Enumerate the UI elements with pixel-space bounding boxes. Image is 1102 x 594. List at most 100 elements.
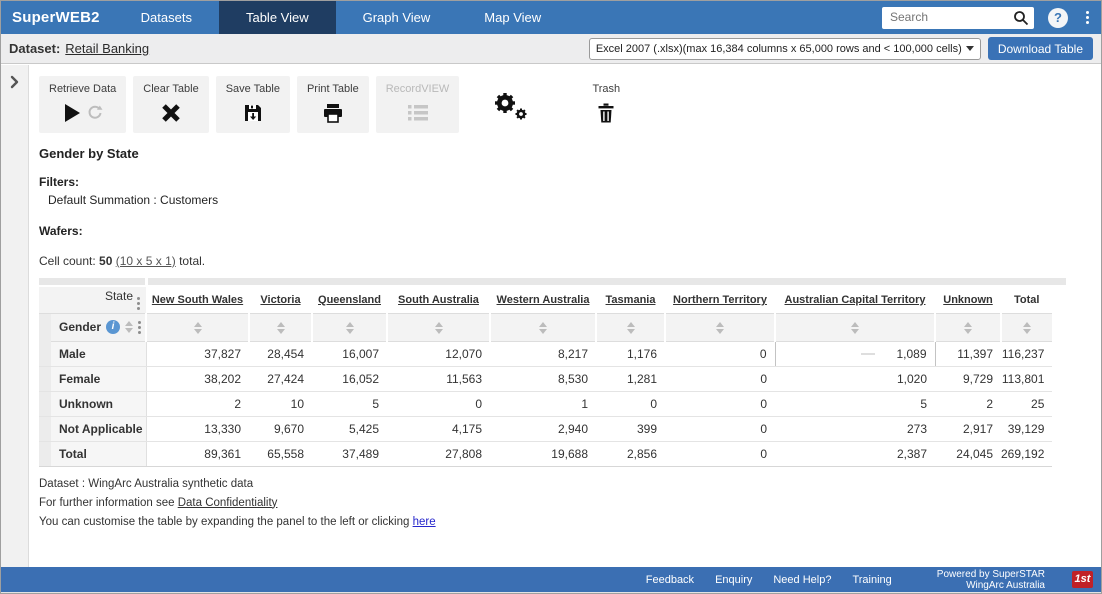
column-header-northern-territory[interactable]: Northern Territory: [665, 286, 775, 313]
cell-unknown-australian-capital-territory[interactable]: 5: [775, 391, 935, 416]
sort-control-icon[interactable]: [716, 322, 724, 334]
table-options-button[interactable]: [491, 90, 531, 127]
search-icon[interactable]: [1013, 10, 1029, 26]
sort-cell-south-australia[interactable]: [387, 313, 490, 341]
footer-link-feedback[interactable]: Feedback: [646, 574, 694, 586]
print-table-button[interactable]: Print Table: [297, 76, 369, 133]
sort-control-icon[interactable]: [627, 322, 635, 334]
clear-table-button[interactable]: Clear Table: [133, 76, 208, 133]
tab-table-view[interactable]: Table View: [219, 1, 336, 34]
cell-total-victoria[interactable]: 65,558: [249, 441, 312, 466]
cell-unknown-unknown[interactable]: 2: [935, 391, 1001, 416]
cell-male-victoria[interactable]: 28,454: [249, 341, 312, 366]
cell-not-applicable-total[interactable]: 39,129: [1001, 416, 1052, 441]
sort-cell-total[interactable]: [1001, 313, 1052, 341]
cell-total-queensland[interactable]: 37,489: [312, 441, 387, 466]
trash-button[interactable]: Trash: [573, 76, 639, 133]
search-input[interactable]: [882, 7, 1000, 27]
cell-not-applicable-unknown[interactable]: 2,917: [935, 416, 1001, 441]
cell-male-northern-territory[interactable]: 0: [665, 341, 775, 366]
cell-count-link[interactable]: (10 x 5 x 1): [116, 254, 176, 268]
column-header-western-australia[interactable]: Western Australia: [490, 286, 596, 313]
cell-total-northern-territory[interactable]: 0: [665, 441, 775, 466]
column-header-new-south-wales[interactable]: New South Wales: [146, 286, 249, 313]
column-header-queensland[interactable]: Queensland: [312, 286, 387, 313]
cell-not-applicable-northern-territory[interactable]: 0: [665, 416, 775, 441]
sort-cell-new-south-wales[interactable]: [146, 313, 249, 341]
cell-male-queensland[interactable]: 16,007: [312, 341, 387, 366]
footer-link-enquiry[interactable]: Enquiry: [715, 574, 752, 586]
overflow-menu-icon[interactable]: [1084, 9, 1091, 26]
sort-control-icon[interactable]: [539, 322, 547, 334]
cell-not-applicable-queensland[interactable]: 5,425: [312, 416, 387, 441]
cell-total-australian-capital-territory[interactable]: 2,387: [775, 441, 935, 466]
sort-cell-western-australia[interactable]: [490, 313, 596, 341]
cell-not-applicable-western-australia[interactable]: 2,940: [490, 416, 596, 441]
cell-total-total[interactable]: 269,192: [1001, 441, 1052, 466]
cell-male-tasmania[interactable]: 1,176: [596, 341, 665, 366]
cell-unknown-western-australia[interactable]: 1: [490, 391, 596, 416]
tab-datasets[interactable]: Datasets: [114, 1, 219, 34]
sort-control-icon[interactable]: [277, 322, 285, 334]
cell-total-western-australia[interactable]: 19,688: [490, 441, 596, 466]
expand-panel-chevron-icon[interactable]: [10, 75, 19, 89]
cell-not-applicable-victoria[interactable]: 9,670: [249, 416, 312, 441]
cell-not-applicable-australian-capital-territory[interactable]: 273: [775, 416, 935, 441]
gender-menu-icon[interactable]: [138, 321, 141, 334]
cell-female-australian-capital-territory[interactable]: 1,020: [775, 366, 935, 391]
cell-male-unknown[interactable]: 11,397: [935, 341, 1001, 366]
cell-male-new-south-wales[interactable]: 37,827: [146, 341, 249, 366]
sort-control-icon[interactable]: [346, 322, 354, 334]
column-header-victoria[interactable]: Victoria: [249, 286, 312, 313]
cell-male-western-australia[interactable]: 8,217: [490, 341, 596, 366]
cell-unknown-total[interactable]: 25: [1001, 391, 1052, 416]
cell-unknown-victoria[interactable]: 10: [249, 391, 312, 416]
cell-total-unknown[interactable]: 24,045: [935, 441, 1001, 466]
cell-total-south-australia[interactable]: 27,808: [387, 441, 490, 466]
customise-here-link[interactable]: here: [413, 516, 436, 528]
column-header-south-australia[interactable]: South Australia: [387, 286, 490, 313]
sort-cell-unknown[interactable]: [935, 313, 1001, 341]
column-header-tasmania[interactable]: Tasmania: [596, 286, 665, 313]
help-icon[interactable]: ?: [1048, 8, 1068, 28]
cell-total-new-south-wales[interactable]: 89,361: [146, 441, 249, 466]
footer-link-need-help[interactable]: Need Help?: [773, 574, 831, 586]
cell-unknown-south-australia[interactable]: 0: [387, 391, 490, 416]
cell-male-australian-capital-territory[interactable]: 1,089: [775, 341, 935, 366]
download-table-button[interactable]: Download Table: [988, 37, 1093, 60]
cell-female-total[interactable]: 113,801: [1001, 366, 1052, 391]
sort-cell-australian-capital-territory[interactable]: [775, 313, 935, 341]
cell-female-western-australia[interactable]: 8,530: [490, 366, 596, 391]
sort-control-icon[interactable]: [964, 322, 972, 334]
cell-not-applicable-new-south-wales[interactable]: 13,330: [146, 416, 249, 441]
tab-map-view[interactable]: Map View: [457, 1, 568, 34]
state-menu-icon[interactable]: [137, 297, 140, 310]
cell-female-unknown[interactable]: 9,729: [935, 366, 1001, 391]
cell-male-total[interactable]: 116,237: [1001, 341, 1052, 366]
info-icon[interactable]: i: [106, 320, 120, 334]
cell-unknown-tasmania[interactable]: 0: [596, 391, 665, 416]
retrieve-data-button[interactable]: Retrieve Data: [39, 76, 126, 133]
cell-female-queensland[interactable]: 16,052: [312, 366, 387, 391]
sort-control-icon[interactable]: [851, 322, 859, 334]
cell-female-northern-territory[interactable]: 0: [665, 366, 775, 391]
cell-female-south-australia[interactable]: 11,563: [387, 366, 490, 391]
sort-cell-tasmania[interactable]: [596, 313, 665, 341]
cell-not-applicable-tasmania[interactable]: 399: [596, 416, 665, 441]
cell-unknown-new-south-wales[interactable]: 2: [146, 391, 249, 416]
data-confidentiality-link[interactable]: Data Confidentiality: [178, 497, 278, 509]
dataset-name-link[interactable]: Retail Banking: [65, 41, 149, 56]
column-header-australian-capital-territory[interactable]: Australian Capital Territory: [775, 286, 935, 313]
cell-female-victoria[interactable]: 27,424: [249, 366, 312, 391]
sort-control-icon[interactable]: [194, 322, 202, 334]
cell-not-applicable-south-australia[interactable]: 4,175: [387, 416, 490, 441]
sort-cell-queensland[interactable]: [312, 313, 387, 341]
sort-cell-victoria[interactable]: [249, 313, 312, 341]
sort-control-icon[interactable]: [435, 322, 443, 334]
cell-unknown-queensland[interactable]: 5: [312, 391, 387, 416]
save-table-button[interactable]: Save Table: [216, 76, 290, 133]
cell-unknown-northern-territory[interactable]: 0: [665, 391, 775, 416]
sort-cell-northern-territory[interactable]: [665, 313, 775, 341]
cell-male-south-australia[interactable]: 12,070: [387, 341, 490, 366]
export-format-select[interactable]: Excel 2007 (.xlsx)(max 16,384 columns x …: [589, 38, 981, 60]
